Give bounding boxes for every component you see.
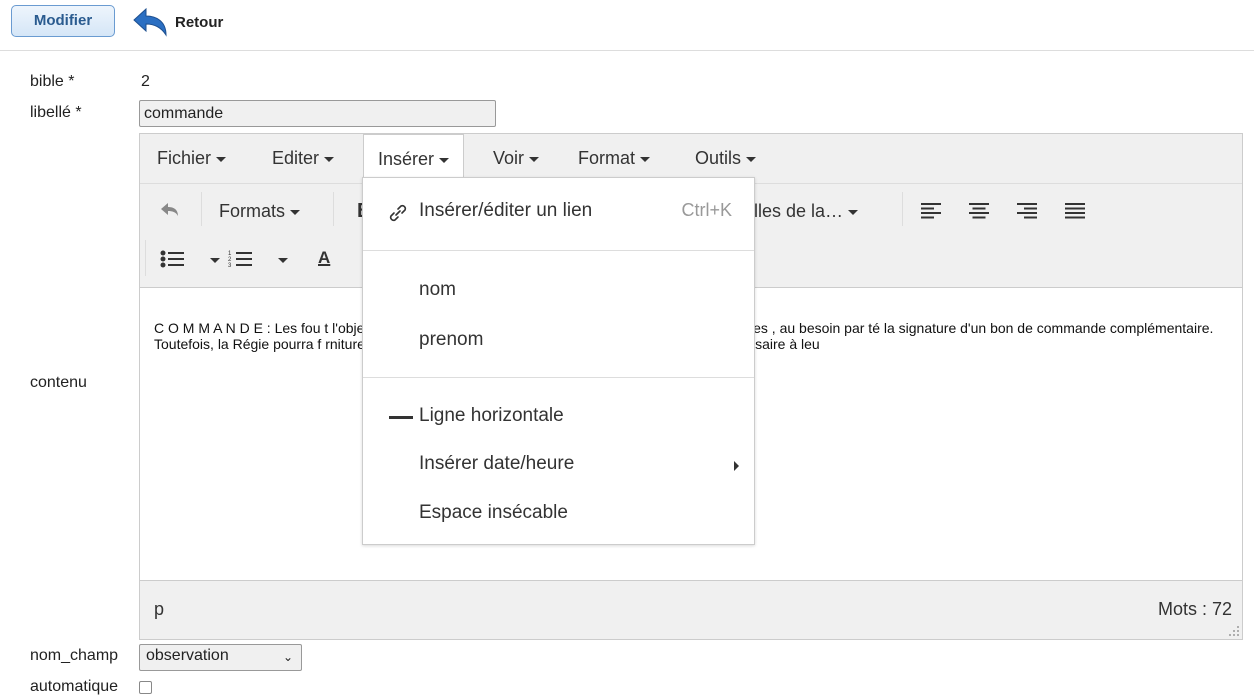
toolbar-separator (201, 192, 202, 226)
caret-down-icon (848, 209, 859, 215)
text-color-icon[interactable]: A (318, 248, 330, 268)
font-size-dropdown[interactable]: lles de la… (754, 201, 859, 222)
numbered-list-caret-icon[interactable] (278, 258, 288, 263)
resize-handle-icon[interactable] (1228, 625, 1240, 637)
caret-down-icon (746, 156, 757, 162)
caret-down-icon (640, 156, 651, 162)
retour-label: Retour (175, 13, 224, 31)
menu-item-nom[interactable]: nom (363, 277, 754, 309)
toolbar-separator (902, 192, 903, 226)
modifier-button[interactable]: Modifier (11, 5, 115, 37)
menu-inserer[interactable]: Insérer (363, 134, 465, 183)
editor-statusbar: p Mots : 72 (140, 579, 1242, 639)
caret-down-icon (216, 156, 227, 162)
automatique-checkbox[interactable] (139, 681, 152, 694)
bullet-list-caret-icon[interactable] (210, 258, 220, 263)
menu-item-espace-insecable[interactable]: Espace insécable (363, 500, 754, 532)
nom-champ-label: nom_champ (30, 647, 119, 664)
undo-arrow-icon (133, 7, 167, 37)
formats-dropdown[interactable]: Formats (219, 201, 301, 222)
caret-down-icon (290, 209, 301, 215)
chevron-down-icon: ⌄ (282, 650, 293, 664)
toolbar-separator (333, 192, 334, 226)
menu-outils[interactable]: Outils (695, 144, 757, 174)
link-icon (389, 204, 407, 222)
numbered-list-icon[interactable]: 1 2 3 (228, 250, 252, 268)
menu-item-inserer-lien[interactable]: Insérer/éditer un lien Ctrl+K (363, 198, 754, 230)
nom-champ-select[interactable]: observation ⌄ (139, 644, 302, 671)
libelle-label: libellé * (30, 104, 82, 121)
align-center-icon[interactable] (969, 203, 989, 219)
svg-text:3: 3 (228, 263, 232, 268)
horizontal-line-icon (389, 416, 413, 419)
menu-voir[interactable]: Voir (493, 144, 540, 174)
menu-item-inserer-date-heure[interactable]: Insérer date/heure (363, 451, 754, 483)
menu-editer[interactable]: Editer (272, 144, 335, 174)
caret-down-icon (529, 156, 540, 162)
automatique-label: automatique (30, 678, 119, 695)
retour-button[interactable]: Retour (132, 4, 223, 40)
menu-divider (363, 250, 754, 251)
word-count: Mots : 72 (1157, 599, 1232, 619)
align-justify-icon[interactable] (1065, 203, 1085, 219)
menu-format[interactable]: Format (578, 144, 651, 174)
top-bar: Modifier Retour (0, 0, 1254, 51)
bible-value: 2 (141, 73, 150, 90)
menu-fichier[interactable]: Fichier (157, 144, 227, 174)
contenu-label: contenu (30, 374, 87, 391)
toolbar-separator (145, 240, 146, 276)
menu-item-prenom[interactable]: prenom (363, 327, 754, 359)
element-path[interactable]: p (154, 599, 164, 620)
inserer-dropdown-menu: Insérer/éditer un lien Ctrl+K nom prenom… (362, 177, 755, 545)
menu-item-ligne-horizontale[interactable]: Ligne horizontale (363, 403, 754, 435)
align-right-icon[interactable] (1017, 203, 1037, 219)
caret-down-icon (439, 157, 450, 163)
bible-label: bible * (30, 73, 75, 90)
chevron-right-icon (734, 461, 739, 471)
caret-down-icon (324, 156, 335, 162)
shortcut-ctrl-k: Ctrl+K (681, 200, 732, 220)
bullet-list-icon[interactable] (160, 250, 184, 268)
undo-icon[interactable] (160, 202, 180, 218)
align-left-icon[interactable] (921, 203, 941, 219)
libelle-input[interactable] (139, 100, 496, 127)
menu-divider (363, 377, 754, 378)
